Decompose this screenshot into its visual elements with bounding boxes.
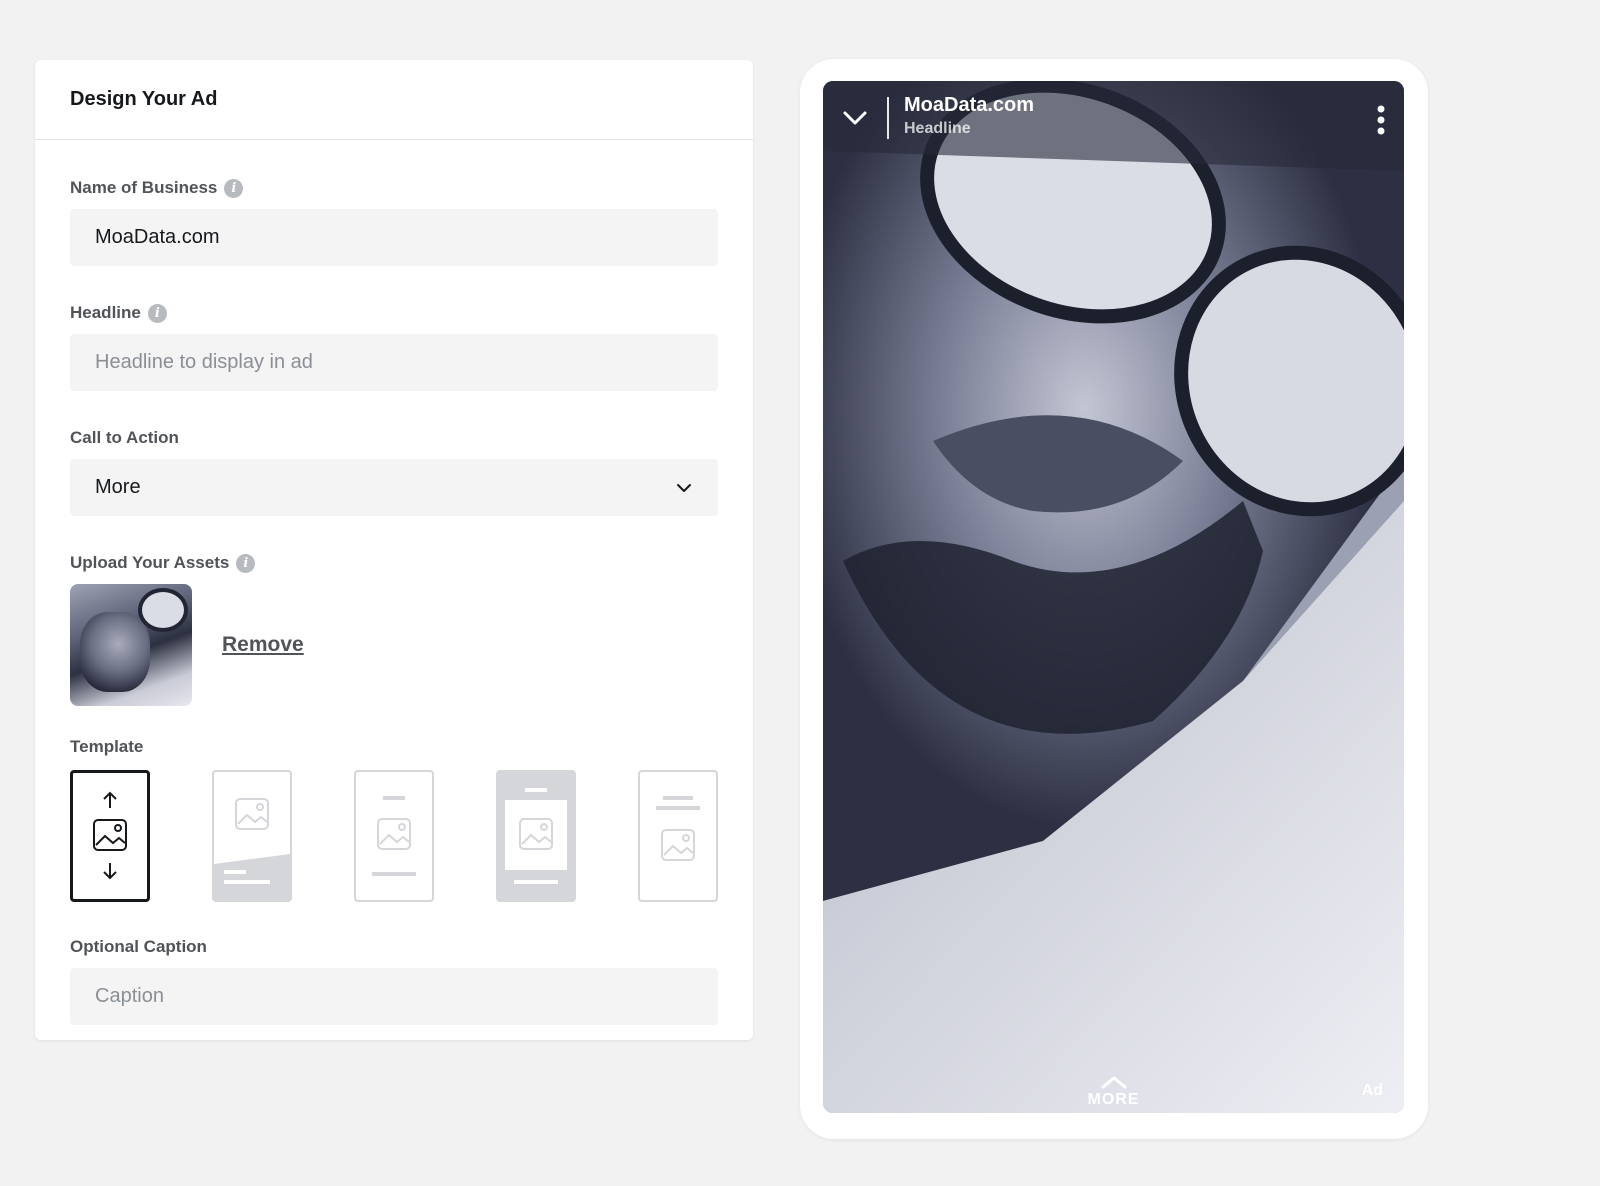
caption-placeholder: Caption xyxy=(95,985,164,1007)
image-icon xyxy=(93,819,127,851)
thumbnail-face-shape xyxy=(80,612,150,692)
assets-label-text: Upload Your Assets xyxy=(70,553,230,572)
business-name-label: Name of Business i xyxy=(70,177,718,199)
more-label: MORE xyxy=(1087,1091,1140,1108)
headline-placeholder: Headline to display in ad xyxy=(95,351,313,373)
preview-more-cta[interactable]: MORE xyxy=(823,1075,1404,1109)
template-option-2[interactable] xyxy=(212,770,292,902)
collapse-chevron-icon[interactable] xyxy=(841,107,869,129)
assets-label: Upload Your Assets i xyxy=(70,552,718,574)
info-icon[interactable]: i xyxy=(236,553,256,573)
info-icon[interactable]: i xyxy=(147,303,167,323)
cta-label: Call to Action xyxy=(70,427,718,449)
preview-photo xyxy=(823,81,1404,1113)
caption-input[interactable]: Caption xyxy=(70,968,718,1025)
assets-row: Remove xyxy=(70,584,718,706)
caption-label: Optional Caption xyxy=(70,936,718,958)
chevron-up-icon xyxy=(1101,1076,1126,1089)
ad-badge: Ad xyxy=(1361,1082,1383,1099)
remove-asset-link[interactable]: Remove xyxy=(222,633,304,657)
top-bar-divider xyxy=(887,97,889,139)
headline-label-text: Headline xyxy=(70,303,141,322)
design-ad-panel: Design Your Ad Name of Business i MoaDat… xyxy=(35,60,753,1040)
panel-title: Design Your Ad xyxy=(35,60,753,140)
cta-selected-value: More xyxy=(95,476,141,498)
template-option-4[interactable] xyxy=(496,770,576,902)
asset-thumbnail xyxy=(70,584,192,706)
info-icon[interactable]: i xyxy=(224,178,244,198)
caption-label-text: Optional Caption xyxy=(70,937,207,956)
image-icon xyxy=(661,829,695,861)
template-option-3[interactable] xyxy=(354,770,434,902)
arrow-down-icon xyxy=(103,863,117,880)
preview-top-bar: MoaData.com Headline xyxy=(823,81,1404,151)
business-name-label-text: Name of Business xyxy=(70,178,218,197)
thumbnail-glasses-shape xyxy=(138,588,188,632)
template-options xyxy=(70,770,718,902)
cta-select[interactable]: More xyxy=(70,459,718,516)
headline-label: Headline i xyxy=(70,302,718,324)
template-option-5[interactable] xyxy=(638,770,718,902)
cta-label-text: Call to Action xyxy=(70,428,179,447)
business-name-value: MoaData.com xyxy=(95,226,220,248)
form-body: Name of Business i MoaData.com Headline … xyxy=(35,177,753,1025)
headline-input[interactable]: Headline to display in ad xyxy=(70,334,718,391)
image-icon xyxy=(235,798,269,830)
template-label: Template xyxy=(70,736,718,758)
template-option-1[interactable] xyxy=(70,770,150,902)
preview-business-name: MoaData.com xyxy=(904,94,1035,116)
preview-headline: Headline xyxy=(904,120,971,137)
kebab-menu-icon[interactable] xyxy=(1376,105,1386,135)
ad-preview-screen: MoaData.com Headline MORE Ad xyxy=(823,81,1404,1113)
ad-preview-phone: MoaData.com Headline MORE Ad xyxy=(800,59,1428,1139)
arrow-up-icon xyxy=(103,791,117,808)
chevron-down-icon xyxy=(677,483,691,492)
business-name-input[interactable]: MoaData.com xyxy=(70,209,718,266)
template-label-text: Template xyxy=(70,737,144,756)
image-icon xyxy=(377,818,411,850)
